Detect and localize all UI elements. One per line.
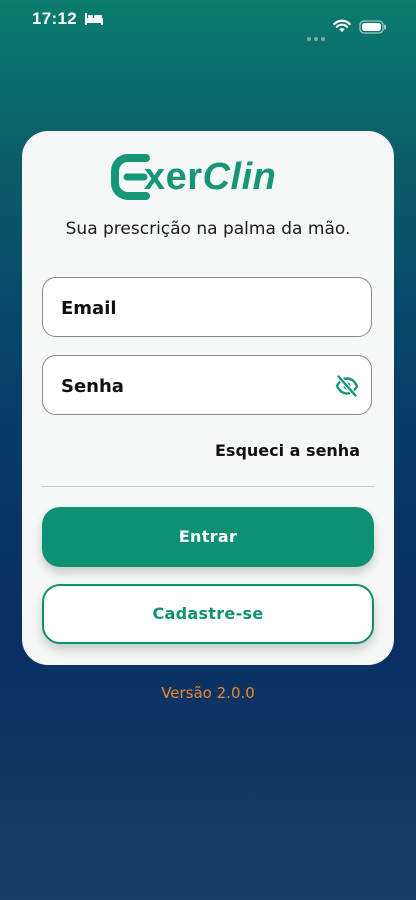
forgot-password-link[interactable]: Esqueci a senha [200,441,360,460]
bed-icon [84,11,104,30]
status-time: 17:12 [32,9,77,28]
login-button[interactable]: Entrar [42,507,374,567]
status-bar: 17:12 [0,0,416,41]
logo-text-clin: Clin [202,156,277,198]
password-field[interactable] [42,355,372,416]
email-field[interactable] [42,277,372,338]
eye-off-icon[interactable] [335,374,359,401]
logo-wordmark: xerClin [144,156,276,199]
email-input[interactable] [59,278,333,338]
battery-icon [359,19,387,38]
dots-icon [306,27,326,46]
exerclin-logo: xerClin [110,152,306,204]
register-button[interactable]: Cadastre-se [42,584,374,644]
version-label: Versão 2.0.0 [161,684,255,702]
wifi-icon [333,18,351,37]
tagline: Sua prescrição na palma da mão. [65,219,351,239]
divider [42,486,374,487]
logo-text-xer: xer [144,156,203,198]
password-input[interactable] [59,356,333,416]
